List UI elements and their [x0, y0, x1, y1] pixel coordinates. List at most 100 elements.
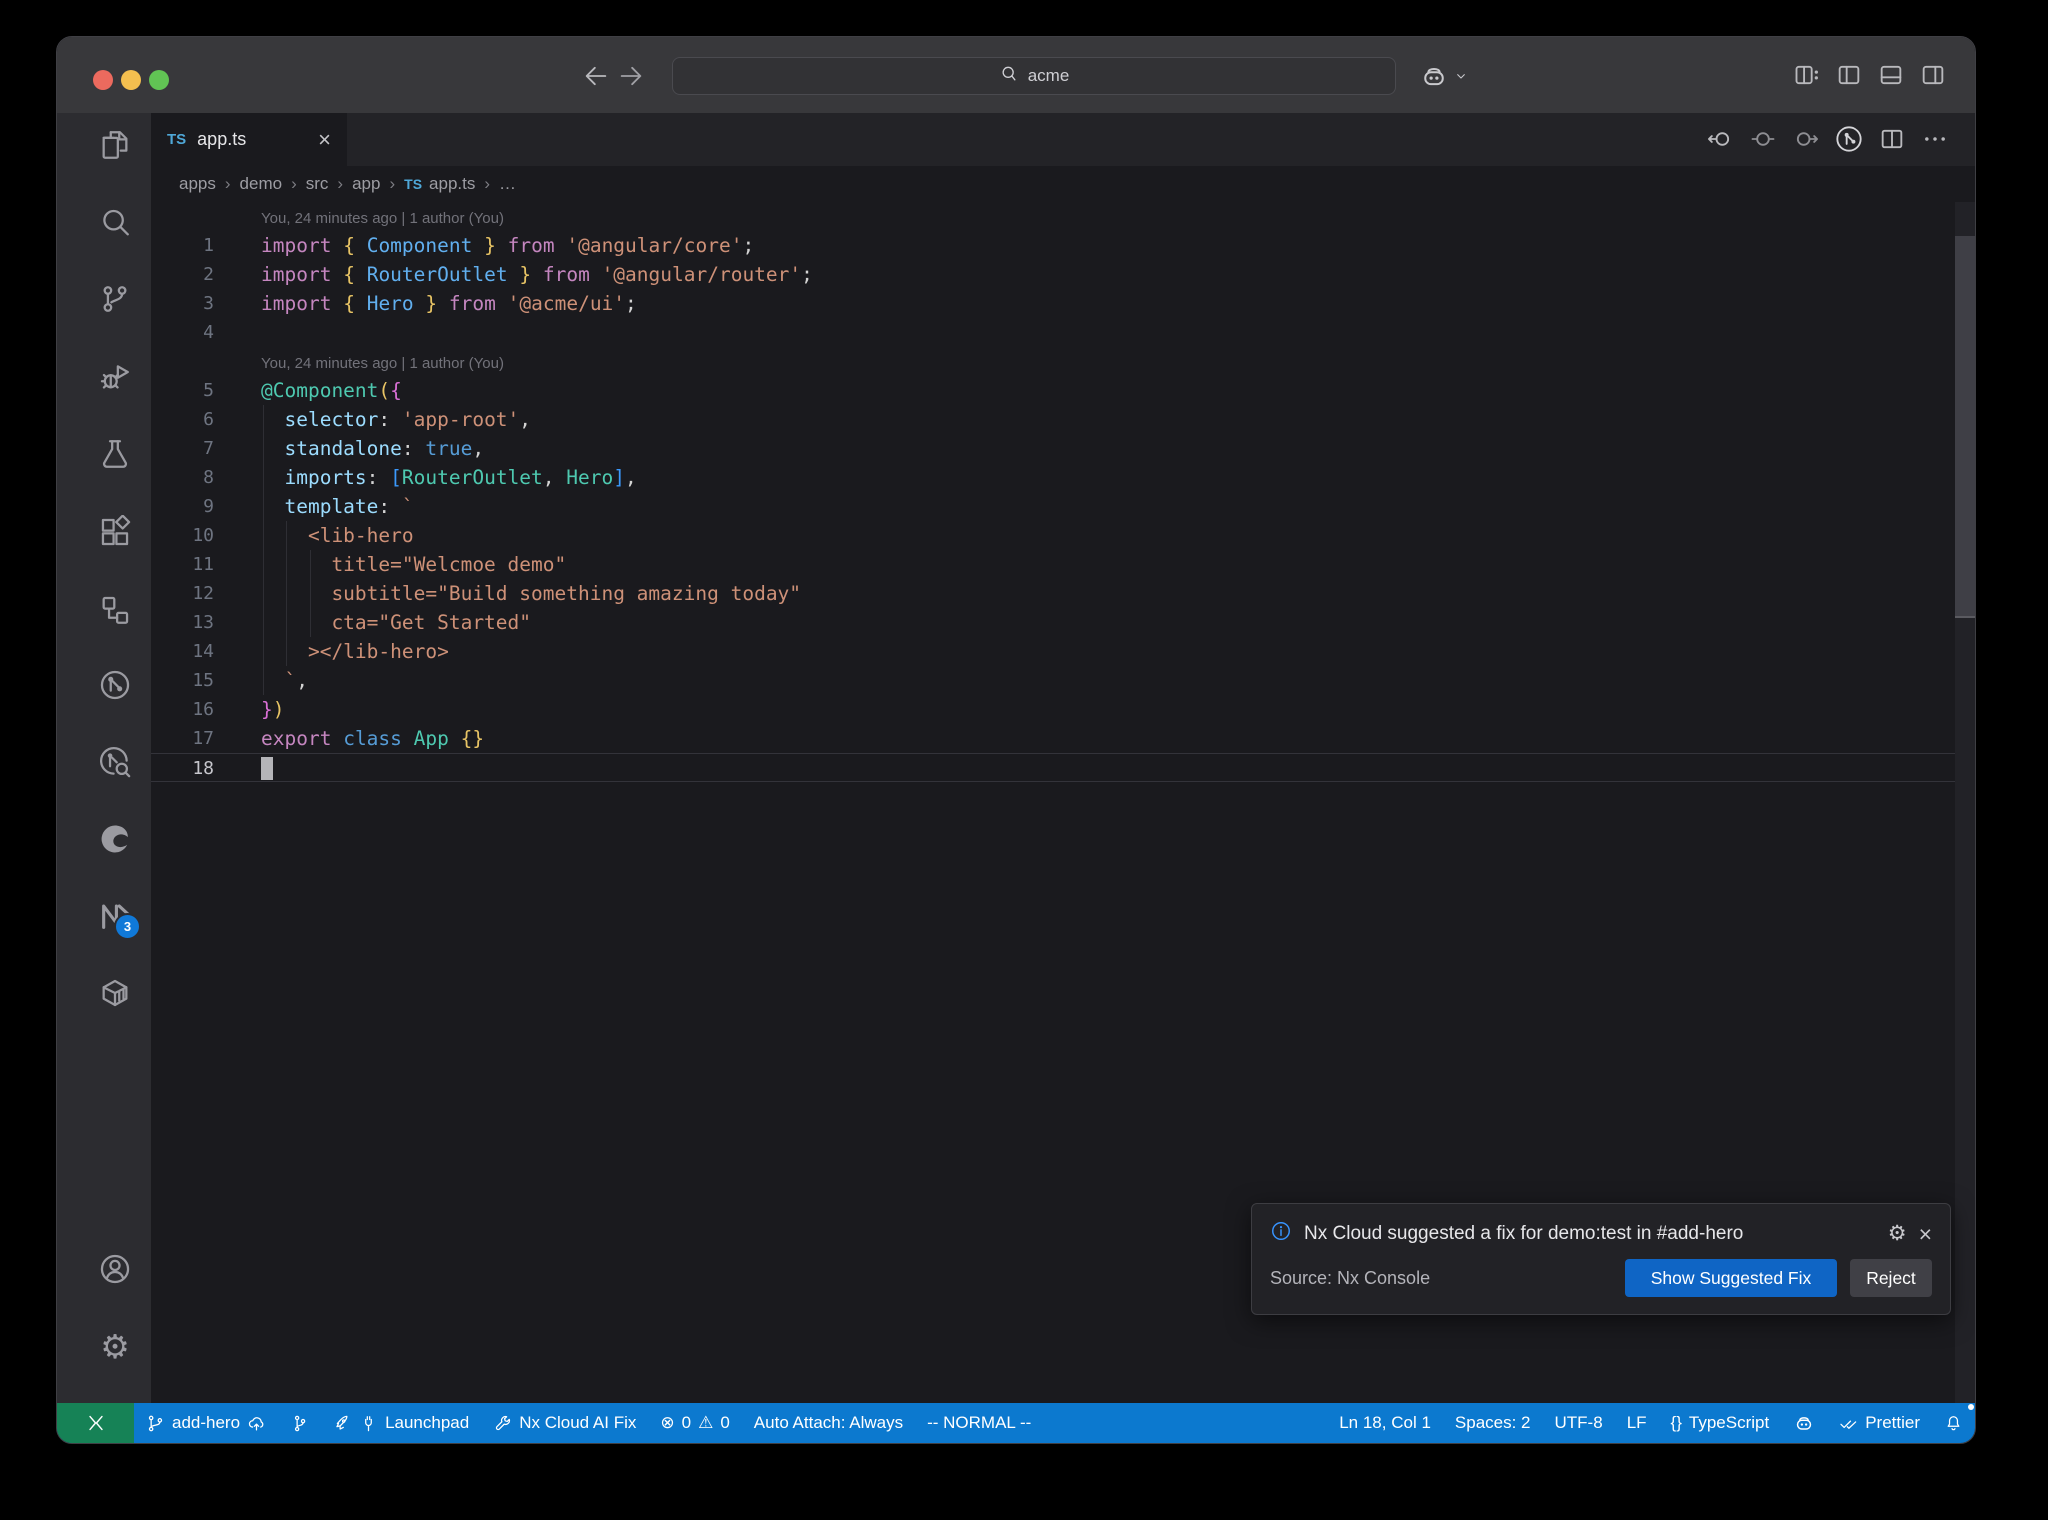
line-number: 10: [192, 525, 214, 546]
code-row: 2 import { RouterOutlet } from '@angular/…: [151, 260, 1975, 289]
cursor-position-label: Ln 18, Col 1: [1339, 1413, 1431, 1432]
source-control-graph-run-icon[interactable]: [1835, 125, 1863, 158]
breadcrumb-item[interactable]: …: [499, 174, 516, 194]
previous-change-icon[interactable]: [1706, 125, 1734, 158]
breadcrumb-separator-icon: ›: [224, 174, 231, 193]
source-control-icon[interactable]: [98, 282, 132, 316]
git-blame-annotation: You, 24 minutes ago | 1 author (You): [261, 355, 504, 372]
indentation-label: Spaces: 2: [1454, 1413, 1531, 1432]
current-change-icon[interactable]: [1749, 125, 1777, 158]
search-value: acme: [1027, 66, 1070, 85]
reject-button[interactable]: Reject: [1850, 1259, 1932, 1297]
search-icon[interactable]: [98, 206, 132, 240]
customize-layout-icon[interactable]: [1793, 61, 1821, 94]
command-center-search[interactable]: acme: [672, 57, 1396, 95]
breadcrumb-item[interactable]: demo: [240, 174, 283, 194]
info-icon: [1270, 1220, 1292, 1247]
notification-title: Nx Cloud suggested a fix for demo:test i…: [1304, 1222, 1744, 1244]
project-graph-icon[interactable]: [98, 668, 132, 702]
edge-browser-icon[interactable]: [98, 822, 132, 856]
line-number: 17: [192, 728, 214, 749]
problems-item[interactable]: ⊗ 0 ⚠ 0: [648, 1403, 741, 1443]
zoom-window-button[interactable]: [149, 70, 169, 90]
notifications-bell-item[interactable]: [1932, 1403, 1975, 1443]
testing-icon[interactable]: [98, 437, 132, 471]
indent-guide: [263, 405, 264, 695]
encoding-item[interactable]: UTF-8: [1543, 1403, 1615, 1443]
code-row: 15 `,: [151, 666, 1975, 695]
eol-item[interactable]: LF: [1615, 1403, 1659, 1443]
code-row: 14 ></lib-hero>: [151, 637, 1975, 666]
copilot-status-item[interactable]: [1781, 1403, 1827, 1443]
graph-search-icon[interactable]: [98, 745, 132, 779]
rocket-icon: [336, 1415, 348, 1430]
launchpad-item[interactable]: Launchpad: [321, 1403, 481, 1443]
minimize-window-button[interactable]: [121, 70, 141, 90]
line-number: 16: [192, 699, 214, 720]
breadcrumb-item[interactable]: app: [352, 174, 380, 194]
show-suggested-fix-button[interactable]: Show Suggested Fix: [1625, 1259, 1837, 1297]
source-control-graph-item[interactable]: [278, 1403, 321, 1443]
braces-icon: {}: [1670, 1413, 1682, 1432]
encoding-label: UTF-8: [1554, 1413, 1603, 1432]
code-row: 10 <lib-hero: [151, 521, 1975, 550]
search-icon: [999, 64, 1019, 89]
scrollbar-track[interactable]: [1955, 202, 1975, 1403]
remote-indicator[interactable]: [57, 1403, 134, 1443]
explorer-icon[interactable]: [98, 128, 132, 162]
toggle-secondary-sidebar-icon[interactable]: [1919, 61, 1947, 94]
git-branch-item[interactable]: add-hero: [134, 1403, 278, 1443]
line-number: 3: [203, 293, 214, 314]
language-mode-item[interactable]: {} TypeScript: [1659, 1403, 1782, 1443]
run-debug-icon[interactable]: [98, 360, 132, 394]
close-tab-icon[interactable]: ×: [318, 128, 331, 151]
container-icon[interactable]: [98, 976, 132, 1010]
forward-arrow-icon[interactable]: [617, 62, 645, 90]
double-check-icon: [1840, 1419, 1857, 1429]
tab-app-ts[interactable]: TS app.ts ×: [151, 113, 347, 166]
nx-cloud-fix-item[interactable]: Nx Cloud AI Fix: [481, 1403, 648, 1443]
nx-console-icon[interactable]: 3: [98, 899, 141, 940]
vim-mode-item[interactable]: -- NORMAL --: [915, 1403, 1043, 1443]
code-row: 4: [151, 318, 1975, 347]
breadcrumb-item[interactable]: apps: [179, 174, 216, 194]
line-number: [151, 347, 214, 376]
toggle-primary-sidebar-icon[interactable]: [1835, 61, 1863, 94]
bell-dot: [1968, 1404, 1974, 1410]
back-arrow-icon[interactable]: [582, 62, 610, 90]
split-editor-icon[interactable]: [1878, 125, 1906, 158]
code-row: 17 export class App {}: [151, 724, 1975, 753]
copilot-icon: [1419, 61, 1449, 96]
breadcrumb-item[interactable]: TS app.ts: [404, 174, 475, 194]
formatter-item[interactable]: Prettier: [1827, 1403, 1932, 1443]
breadcrumb-item[interactable]: src: [306, 174, 329, 194]
formatter-label: Prettier: [1865, 1413, 1920, 1432]
notification-close-icon[interactable]: ×: [1919, 1222, 1932, 1245]
code-row: 6 selector: 'app-root',: [151, 405, 1975, 434]
cursor-position-item[interactable]: Ln 18, Col 1: [1327, 1403, 1443, 1443]
more-actions-icon[interactable]: [1921, 125, 1949, 158]
notification-settings-icon[interactable]: ⚙: [1888, 1221, 1907, 1246]
indentation-item[interactable]: Spaces: 2: [1443, 1403, 1543, 1443]
settings-gear-icon[interactable]: ⚙: [98, 1330, 132, 1364]
auto-attach-item[interactable]: Auto Attach: Always: [742, 1403, 915, 1443]
indent-guide: [286, 521, 287, 666]
next-change-icon[interactable]: [1792, 125, 1820, 158]
errors-icon: ⊗: [660, 1413, 675, 1432]
branch-icon: [148, 1415, 163, 1431]
line-number: 15: [192, 670, 214, 691]
hierarchy-icon[interactable]: [98, 593, 132, 627]
copilot-menu[interactable]: [1419, 61, 1469, 96]
eol-label: LF: [1626, 1413, 1647, 1432]
extensions-icon[interactable]: [98, 514, 132, 549]
line-number: 9: [203, 496, 214, 517]
accounts-icon[interactable]: [98, 1252, 132, 1286]
scrollbar-thumb[interactable]: [1955, 236, 1975, 618]
close-window-button[interactable]: [93, 70, 113, 90]
indent-guide: [310, 550, 311, 637]
toggle-panel-icon[interactable]: [1877, 61, 1905, 94]
line-number: 6: [203, 409, 214, 430]
status-bar: add-hero Launchpad Nx Cloud AI Fix ⊗ 0 ⚠…: [57, 1403, 1975, 1443]
editor-group: TS app.ts × apps › demo › src › app › TS…: [151, 113, 1975, 1403]
line-number: 12: [192, 583, 214, 604]
